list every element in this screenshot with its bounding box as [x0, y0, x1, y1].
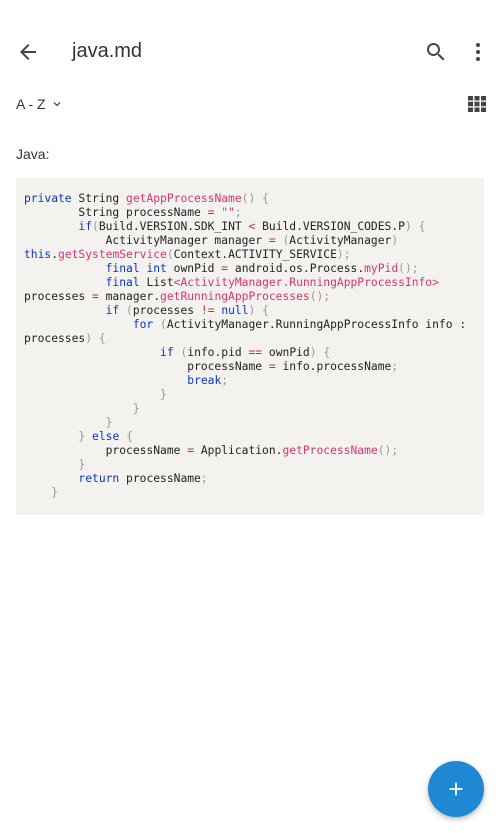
- grid-view-icon: [468, 96, 486, 112]
- chevron-down-icon: [50, 97, 64, 111]
- more-options-button[interactable]: [462, 32, 494, 72]
- sort-dropdown[interactable]: A - Z: [16, 92, 64, 116]
- add-button[interactable]: [428, 761, 484, 817]
- arrow-back-icon: [20, 44, 36, 60]
- search-icon: [427, 43, 445, 61]
- code-block: private String getAppProcessName() { Str…: [16, 178, 484, 515]
- app-bar: java.md: [0, 0, 500, 104]
- back-button[interactable]: [8, 32, 48, 72]
- page-title: java.md: [72, 40, 143, 62]
- more-vert-icon: [476, 43, 480, 61]
- search-button[interactable]: [416, 32, 456, 72]
- add-icon: [449, 782, 463, 796]
- section-label: Java:: [16, 146, 50, 162]
- grid-view-button[interactable]: [464, 92, 490, 116]
- sort-label: A - Z: [16, 96, 46, 112]
- code-text: private String getAppProcessName() { Str…: [24, 192, 467, 499]
